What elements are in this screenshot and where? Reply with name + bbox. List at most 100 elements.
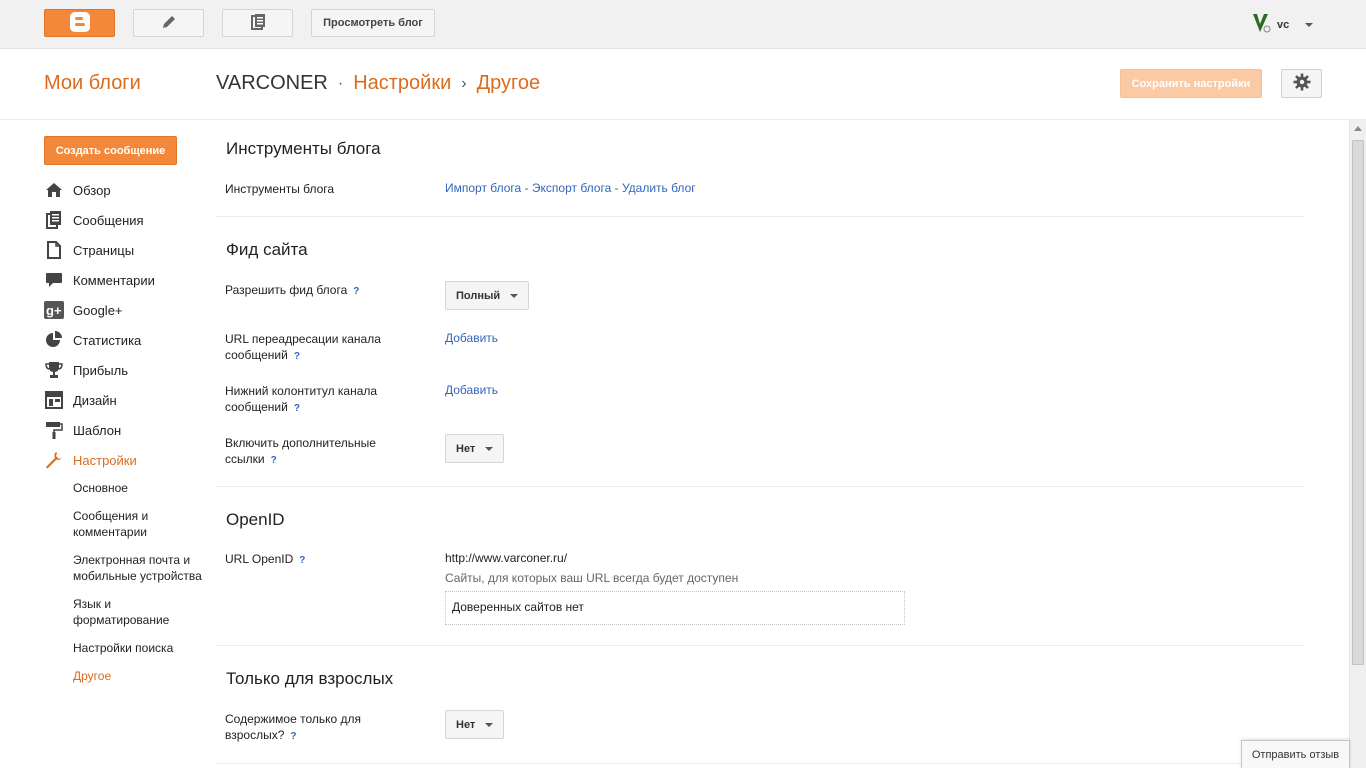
- sidebar-item-label: Страницы: [73, 242, 135, 258]
- redirect-feed-add-link[interactable]: Добавить: [445, 331, 498, 345]
- sidebar-item-pages[interactable]: Страницы: [44, 235, 209, 265]
- sidebar-item-label: Сообщения: [73, 212, 144, 228]
- create-post-button[interactable]: Создать сообщение: [44, 136, 177, 165]
- help-icon[interactable]: ?: [294, 351, 300, 362]
- subnav-basic[interactable]: Основное: [73, 480, 208, 496]
- blog-tools-links: Импорт блога - Экспорт блога - Удалить б…: [445, 181, 696, 195]
- blogger-logo-icon: [69, 11, 91, 36]
- breadcrumb-separator: ›: [461, 74, 467, 92]
- save-settings-button[interactable]: Сохранить настройки: [1120, 69, 1262, 98]
- pages-icon: [249, 13, 267, 34]
- pencil-icon: [160, 13, 178, 34]
- allow-feed-label: Разрешить фид блога?: [225, 282, 415, 300]
- posts-list-button[interactable]: [222, 9, 293, 37]
- google-plus-icon: g+: [44, 301, 64, 319]
- chevron-down-icon: [1305, 22, 1314, 27]
- sidebar-item-overview[interactable]: Обзор: [44, 175, 209, 205]
- redirect-feed-text: URL переадресации канала сообщений: [225, 332, 381, 362]
- chevron-down-icon: [485, 722, 494, 727]
- sidebar-item-label: Комментарии: [73, 272, 155, 288]
- subnav-search[interactable]: Настройки поиска: [73, 640, 208, 656]
- subnav-other[interactable]: Другое: [73, 668, 208, 684]
- svg-text:g+: g+: [46, 303, 62, 318]
- openid-url: http://www.varconer.ru/: [445, 551, 568, 565]
- scrollbar-thumb[interactable]: [1352, 140, 1364, 665]
- sidebar-item-earnings[interactable]: Прибыль: [44, 355, 209, 385]
- help-icon[interactable]: ?: [353, 286, 359, 297]
- openid-hint: Сайты, для которых ваш URL всегда будет …: [445, 571, 739, 585]
- posts-icon: [44, 211, 64, 229]
- top-bar: Просмотреть блог vc: [0, 0, 1366, 49]
- settings-subnav: Основное Сообщения и комментарии Электро…: [73, 480, 208, 696]
- new-post-button[interactable]: [133, 9, 204, 37]
- help-icon[interactable]: ?: [299, 555, 305, 566]
- blog-tools-label: Инструменты блога: [225, 182, 335, 196]
- extra-links-select[interactable]: Нет: [445, 434, 505, 463]
- help-icon[interactable]: ?: [290, 731, 296, 742]
- help-icon[interactable]: ?: [271, 455, 277, 466]
- import-blog-link[interactable]: Импорт блога: [445, 181, 521, 195]
- sidebar-item-label: Прибыль: [73, 362, 128, 378]
- sidebar-item-stats[interactable]: Статистика: [44, 325, 209, 355]
- view-blog-button[interactable]: Просмотреть блог: [311, 9, 435, 37]
- send-feedback-button[interactable]: Отправить отзыв: [1241, 740, 1350, 768]
- breadcrumb-other: Другое: [476, 72, 541, 94]
- scroll-up-arrow-icon[interactable]: [1354, 126, 1362, 131]
- sidebar-item-label: Настройки: [73, 452, 137, 468]
- layout-icon: [44, 391, 64, 409]
- sidebar-item-label: Google+: [73, 302, 123, 318]
- subnav-language[interactable]: Язык и форматирование: [73, 596, 208, 628]
- help-icon[interactable]: ?: [294, 403, 300, 414]
- sidebar-item-posts[interactable]: Сообщения: [44, 205, 209, 235]
- my-blogs-link[interactable]: Мои блоги: [44, 72, 141, 95]
- allow-feed-value: Полный: [456, 289, 501, 302]
- allow-feed-text: Разрешить фид блога: [225, 283, 348, 297]
- sidebar-item-settings[interactable]: Настройки: [44, 445, 209, 475]
- section-divider: [215, 216, 1305, 217]
- adult-content-value: Нет: [456, 718, 476, 731]
- wrench-icon: [44, 451, 64, 469]
- sidebar-item-layout[interactable]: Дизайн: [44, 385, 209, 415]
- account-name: vc: [1277, 18, 1290, 31]
- account-logo-icon: [1251, 12, 1271, 37]
- breadcrumb-settings[interactable]: Настройки: [353, 72, 451, 95]
- delete-blog-link[interactable]: Удалить блог: [622, 181, 696, 195]
- sidebar-item-comments[interactable]: Комментарии: [44, 265, 209, 295]
- subnav-posts-comments[interactable]: Сообщения и комментарии: [73, 508, 208, 540]
- extra-links-label: Включить дополнительные ссылки?: [225, 435, 415, 469]
- allow-feed-select[interactable]: Полный: [445, 281, 530, 310]
- export-blog-link[interactable]: Экспорт блога: [532, 181, 611, 195]
- adult-content-select[interactable]: Нет: [445, 710, 505, 739]
- sidebar-item-template[interactable]: Шаблон: [44, 415, 209, 445]
- link-separator: -: [524, 181, 529, 195]
- extra-links-text: Включить дополнительные ссылки: [225, 436, 376, 466]
- feed-footer-text: Нижний колонтитул канала сообщений: [225, 384, 378, 414]
- gear-icon: [1293, 73, 1311, 94]
- settings-gear-button[interactable]: [1281, 69, 1322, 98]
- section-title-blog-tools: Инструменты блога: [226, 139, 381, 158]
- openid-label: URL OpenID?: [225, 551, 415, 569]
- blogger-logo-button[interactable]: [44, 9, 115, 37]
- sidebar-item-google-plus[interactable]: g+ Google+: [44, 295, 209, 325]
- subnav-email-mobile[interactable]: Электронная почта и мобильные устройства: [73, 552, 208, 584]
- blog-name[interactable]: VARCONER: [216, 72, 328, 95]
- section-title-site-feed: Фид сайта: [226, 240, 308, 259]
- account-menu[interactable]: vc: [1251, 12, 1314, 37]
- page-header: Мои блоги VARCONER · Настройки › Другое …: [0, 49, 1366, 120]
- trophy-icon: [44, 361, 64, 379]
- sidebar-item-label: Дизайн: [73, 392, 117, 408]
- sidebar-nav: Обзор Сообщения Страницы Комментарии g+ …: [44, 175, 209, 475]
- feed-footer-add-link[interactable]: Добавить: [445, 383, 498, 397]
- sidebar-item-label: Обзор: [73, 182, 111, 198]
- paint-roller-icon: [44, 421, 64, 439]
- section-divider: [215, 486, 1305, 487]
- section-divider: [215, 763, 1305, 764]
- adult-content-label: Содержимое только для взрослых??: [225, 711, 415, 745]
- section-title-openid: OpenID: [226, 510, 285, 529]
- vertical-scrollbar[interactable]: [1349, 120, 1366, 768]
- sidebar-item-label: Статистика: [73, 332, 142, 348]
- comment-icon: [44, 271, 64, 289]
- page-icon: [44, 241, 64, 259]
- section-title-adult: Только для взрослых: [226, 669, 394, 688]
- redirect-feed-label: URL переадресации канала сообщений?: [225, 331, 415, 365]
